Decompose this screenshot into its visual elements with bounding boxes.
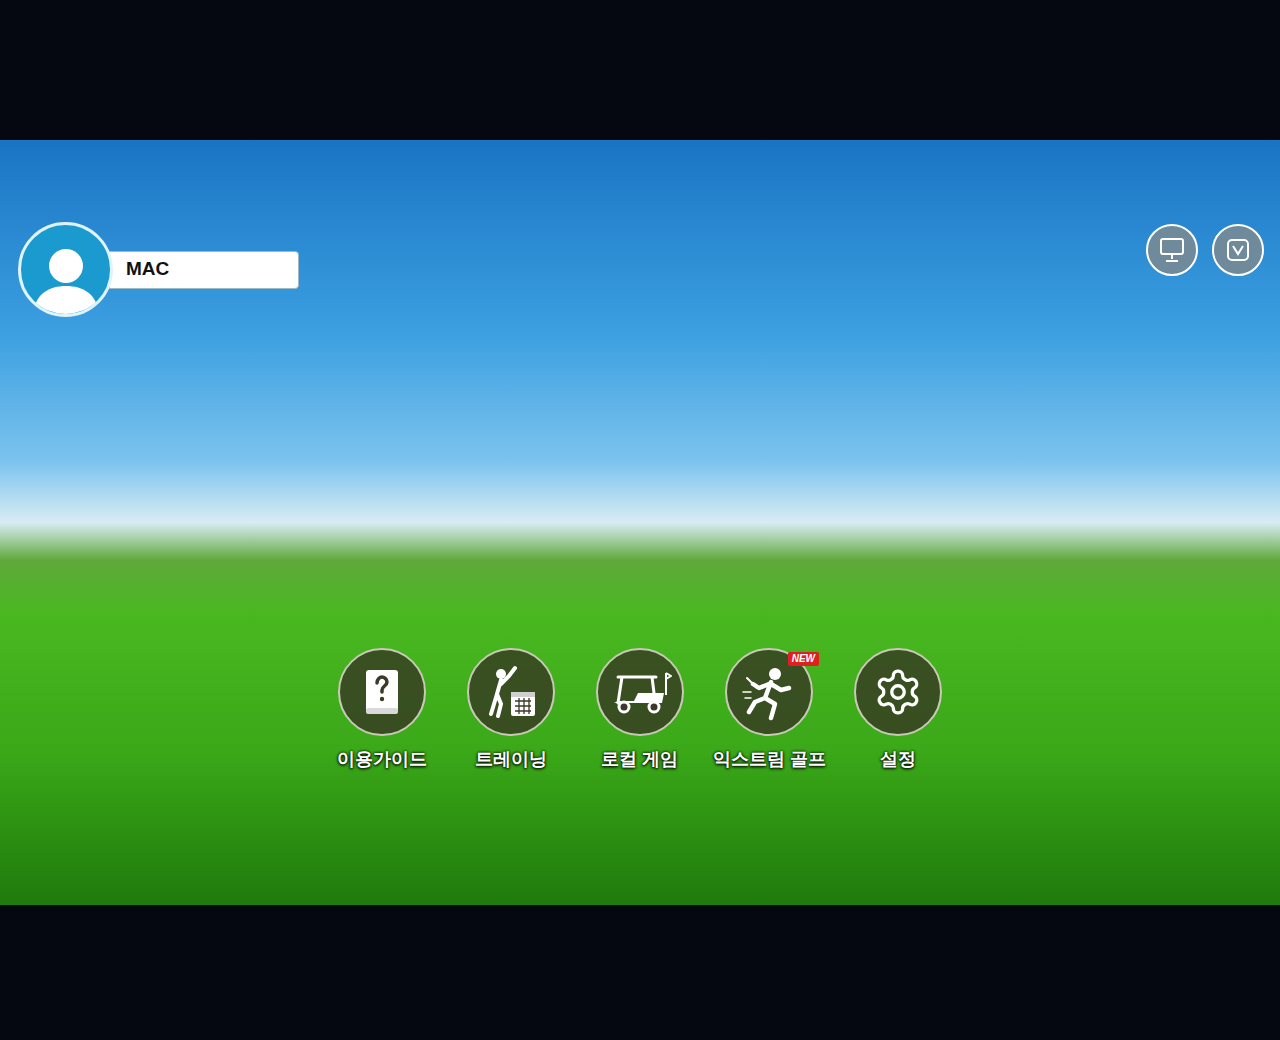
settings-button[interactable]: 설정 (843, 648, 953, 773)
app: MAC 이용가이드 트레이닝 로컬 게임 NEW 익스트림 골프 설정 (0, 0, 1280, 1040)
main-menu: 이용가이드 트레이닝 로컬 게임 NEW 익스트림 골프 설정 (0, 648, 1280, 773)
top-letterbox (0, 0, 1280, 140)
menu-label: 이용가이드 (337, 746, 427, 773)
golf-cart-icon (608, 667, 672, 717)
avatar (18, 222, 113, 317)
menu-label: 트레이닝 (475, 746, 547, 773)
user-icon (31, 242, 101, 314)
menu-label: 익스트림 골프 (713, 746, 826, 773)
device-button[interactable] (1146, 224, 1198, 276)
running-golfer-icon (739, 662, 799, 722)
golfer-calendar-icon (481, 662, 541, 722)
guide-button[interactable]: 이용가이드 (327, 648, 437, 773)
local-game-button[interactable]: 로컬 게임 (585, 648, 695, 773)
profile[interactable]: MAC (18, 222, 299, 317)
main-screen: MAC 이용가이드 트레이닝 로컬 게임 NEW 익스트림 골프 설정 (0, 140, 1280, 905)
gear-icon (873, 667, 923, 717)
training-button[interactable]: 트레이닝 (456, 648, 566, 773)
shield-icon (1224, 236, 1252, 264)
new-badge: NEW (788, 652, 819, 666)
name-box: MAC (109, 251, 299, 289)
bottom-letterbox (0, 905, 1280, 1040)
menu-label: 로컬 게임 (601, 746, 678, 773)
switch-button[interactable] (1212, 224, 1264, 276)
monitor-icon (1157, 235, 1187, 265)
guide-book-icon (358, 666, 406, 718)
extreme-golf-button[interactable]: NEW 익스트림 골프 (714, 648, 824, 773)
menu-label: 설정 (880, 746, 916, 773)
